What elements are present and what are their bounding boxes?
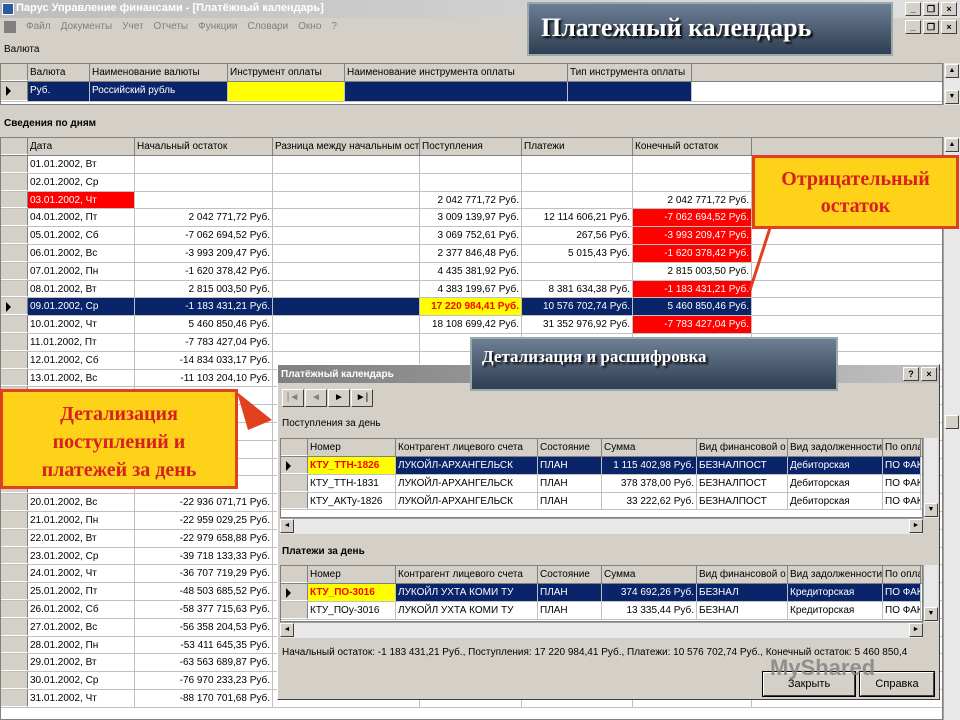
detail-callout: Детализация поступлений и платежей за де… xyxy=(0,389,238,489)
detail-arrow xyxy=(237,392,272,430)
negative-arrow xyxy=(748,227,772,291)
watermark: MyShared xyxy=(770,655,876,680)
detail-banner: Детализация и расшифровка xyxy=(470,337,838,391)
